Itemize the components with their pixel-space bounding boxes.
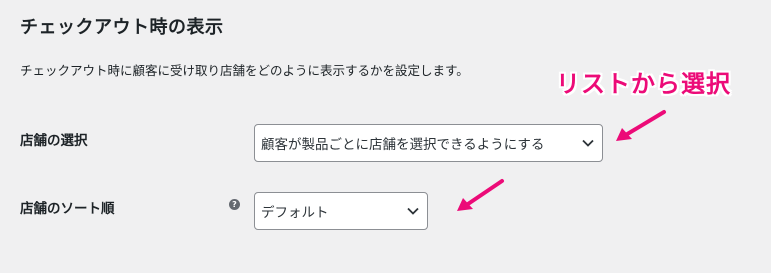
section-description: チェックアウト時に顧客に受け取り店舗をどのように表示するかを設定します。 [20,63,469,78]
chevron-down-icon [407,207,419,215]
store-selection-label: 店舗の選択 [20,133,88,149]
store-sort-label: 店舗のソート順 [20,201,115,217]
help-icon[interactable]: ? [229,199,240,210]
store-selection-value: 顧客が製品ごとに店舗を選択できるようにする [261,137,545,153]
store-sort-dropdown[interactable]: デフォルト [254,192,428,230]
section-title: チェックアウト時の表示 [20,17,224,38]
chevron-down-icon [582,139,594,147]
store-selection-dropdown[interactable]: 顧客が製品ごとに店舗を選択できるようにする [254,124,603,162]
arrow-icon [616,110,666,141]
store-sort-value: デフォルト [261,205,329,221]
annotation-callout: リストから選択 [556,70,731,98]
arrow-icon [457,179,504,211]
